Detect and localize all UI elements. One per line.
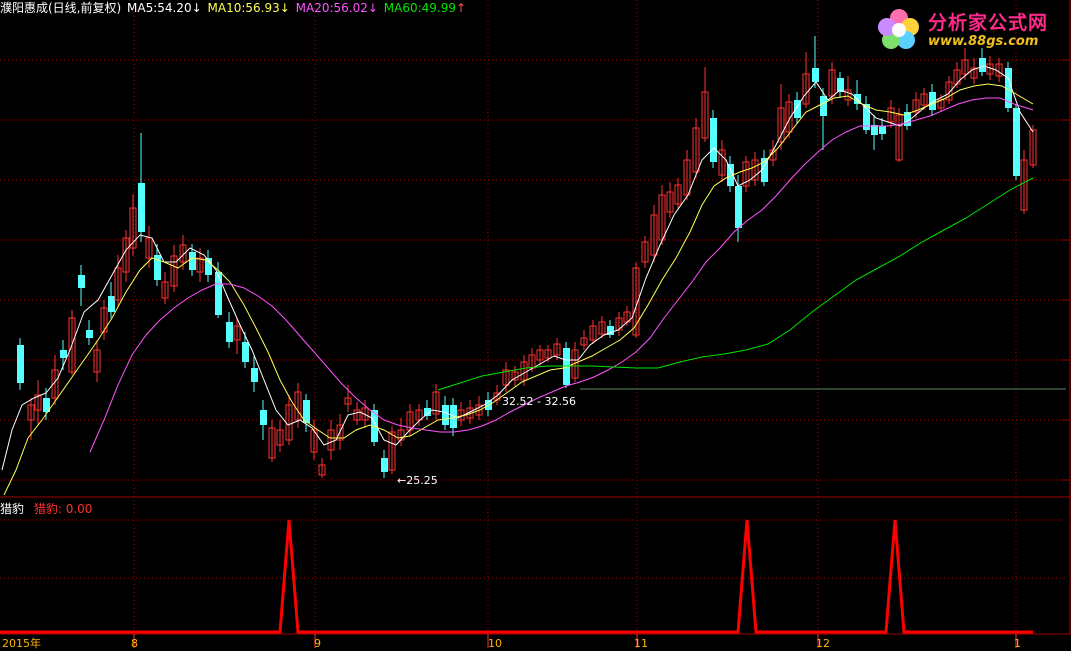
- candle-body-down: [710, 118, 717, 162]
- x-axis-label: 8: [131, 637, 138, 650]
- ma20-label: MA20:: [295, 1, 334, 15]
- x-axis-label: 12: [816, 637, 830, 650]
- candle-body-down: [108, 296, 115, 312]
- candle-body-down: [138, 183, 145, 232]
- ma60-label: MA60:: [383, 1, 422, 15]
- candle-body-down: [215, 272, 222, 315]
- ma10-line: [3, 83, 1034, 496]
- ma10-value: 56.93: [245, 1, 280, 15]
- indicator-value: 猎豹: 0.00: [33, 502, 93, 516]
- x-axis-label: 2015年: [2, 636, 41, 650]
- ma5-arrow-icon: ↓: [191, 1, 202, 15]
- indicator-name: 猎豹: [0, 502, 25, 516]
- candle-body-down: [820, 96, 827, 116]
- candle-body-down: [242, 342, 249, 362]
- candle-body-down: [979, 58, 986, 72]
- candle-body-down: [735, 186, 742, 228]
- candle-body-down: [1013, 108, 1020, 176]
- indicator-signal-line: [0, 519, 1033, 634]
- ma5-label: MA5:: [127, 1, 158, 15]
- stock-name: 濮阳惠成(日线,前复权): [0, 1, 122, 15]
- ma10-arrow-icon: ↓: [279, 1, 290, 15]
- candle-body-down: [78, 275, 85, 288]
- x-axis-label: 1: [1014, 637, 1021, 650]
- indicator-header: 猎豹 猎豹: 0.00: [0, 502, 94, 516]
- candle-body-down: [879, 126, 886, 134]
- watermark-title: 分析家公式网: [928, 12, 1049, 34]
- ma60-value: 49.99: [421, 1, 456, 15]
- flower-logo-icon: [878, 9, 919, 49]
- low-price-label: ←25.25: [397, 474, 438, 487]
- candlestick-chart[interactable]: ←25.25 32.52 - 32.56 2015年 8 9 10 11 12 1: [0, 0, 1071, 651]
- candle-body-down: [189, 252, 196, 270]
- candle-body-down: [226, 322, 233, 342]
- candle-body-down: [442, 405, 449, 425]
- gap-range-label: 32.52 - 32.56: [502, 395, 576, 408]
- x-axis-label: 10: [488, 637, 502, 650]
- watermark-logo: 分析家公式网 www.88gs.com: [870, 2, 1070, 56]
- candle-body-down: [260, 410, 267, 425]
- candle-body-down: [381, 458, 388, 472]
- ma20-arrow-icon: ↓: [367, 1, 378, 15]
- candle-body-down: [86, 330, 93, 338]
- candle-body-down: [251, 368, 258, 382]
- ma5-value: 54.20: [157, 1, 192, 15]
- watermark-url: www.88gs.com: [928, 34, 1039, 49]
- x-axis-label: 11: [634, 637, 648, 650]
- ma20-value: 56.02: [333, 1, 368, 15]
- chart-header: 濮阳惠成(日线,前复权) MA5:54.20↓ MA10:56.93↓ MA20…: [0, 1, 468, 15]
- ma60-arrow-icon: ↑: [456, 1, 467, 15]
- ma10-label: MA10:: [207, 1, 246, 15]
- candle-body-down: [17, 345, 24, 383]
- candle-body-down: [812, 68, 819, 82]
- x-axis-label: 9: [314, 637, 321, 650]
- candle-body-down: [60, 350, 67, 358]
